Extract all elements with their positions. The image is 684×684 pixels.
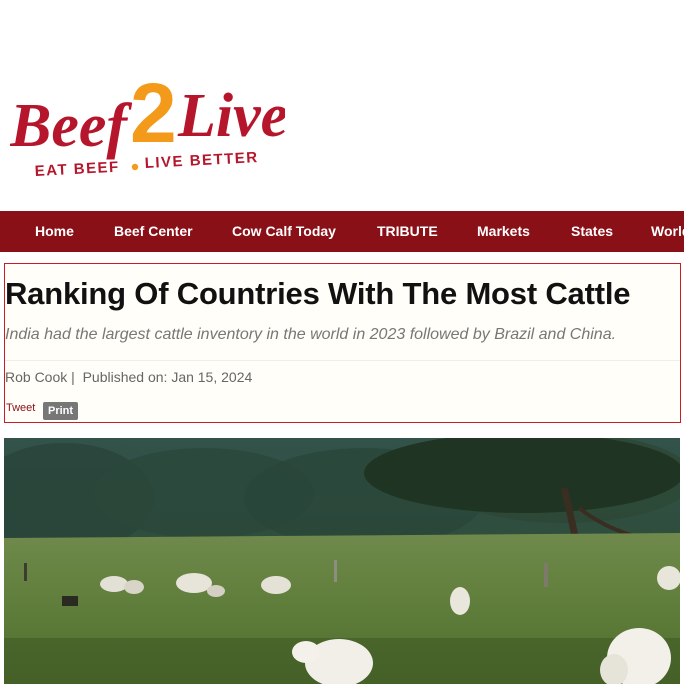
beef2live-logo-svg: Beef 2 Live EAT BEEF LIVE BETTER: [10, 66, 285, 180]
site-logo[interactable]: Beef 2 Live EAT BEEF LIVE BETTER: [10, 64, 285, 184]
logo-tagline-left: EAT BEEF: [34, 159, 120, 180]
header-divider: [5, 360, 680, 361]
article-title: Ranking Of Countries With The Most Cattl…: [5, 276, 631, 311]
article-header: Ranking Of Countries With The Most Cattl…: [4, 263, 681, 423]
nav-item-tribute[interactable]: TRIBUTE: [377, 211, 438, 252]
meta-separator: |: [71, 369, 75, 385]
published-label: Published on:: [82, 369, 168, 385]
nav-item-states[interactable]: States: [571, 211, 613, 252]
cattle-pasture-photo: [4, 438, 680, 684]
nav-item-beef-center[interactable]: Beef Center: [114, 211, 193, 252]
nav-item-home[interactable]: Home: [35, 211, 74, 252]
main-navigation: Home Beef Center Cow Calf Today TRIBUTE …: [0, 211, 684, 252]
nav-item-world[interactable]: World: [651, 211, 684, 252]
logo-number-text: 2: [130, 66, 177, 160]
article-subtitle: India had the largest cattle inventory i…: [5, 326, 617, 343]
nav-item-markets[interactable]: Markets: [477, 211, 530, 252]
logo-beef-text: Beef: [10, 92, 132, 160]
logo-live-text: Live: [177, 82, 285, 150]
hero-image: [4, 438, 680, 684]
tweet-button[interactable]: Tweet: [6, 402, 35, 414]
article-meta: Rob Cook | Published on: Jan 15, 2024: [5, 369, 252, 385]
published-date: Jan 15, 2024: [171, 369, 253, 385]
article-author[interactable]: Rob Cook: [5, 369, 67, 385]
logo-tagline-dot: [131, 163, 139, 171]
nav-item-cow-calf-today[interactable]: Cow Calf Today: [232, 211, 336, 252]
print-button[interactable]: Print: [43, 402, 79, 420]
